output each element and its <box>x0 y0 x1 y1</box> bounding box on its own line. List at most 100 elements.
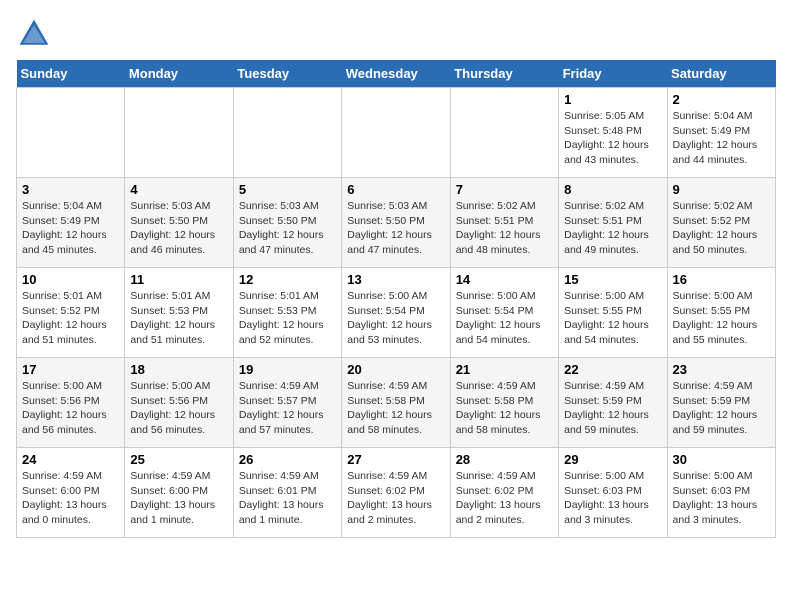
day-number: 6 <box>347 182 444 197</box>
header-day: Thursday <box>450 60 558 88</box>
day-number: 5 <box>239 182 336 197</box>
day-info: Sunrise: 4:59 AM Sunset: 6:00 PM Dayligh… <box>130 469 227 528</box>
day-cell: 7 Sunrise: 5:02 AM Sunset: 5:51 PM Daylig… <box>450 178 558 268</box>
day-cell: 3 Sunrise: 5:04 AM Sunset: 5:49 PM Daylig… <box>17 178 125 268</box>
day-info: Sunrise: 5:00 AM Sunset: 5:55 PM Dayligh… <box>564 289 661 348</box>
header-day: Tuesday <box>233 60 341 88</box>
day-cell: 6 Sunrise: 5:03 AM Sunset: 5:50 PM Daylig… <box>342 178 450 268</box>
week-row: 10 Sunrise: 5:01 AM Sunset: 5:52 PM Dayli… <box>17 268 776 358</box>
day-number: 3 <box>22 182 119 197</box>
week-row: 1 Sunrise: 5:05 AM Sunset: 5:48 PM Daylig… <box>17 88 776 178</box>
day-number: 30 <box>673 452 770 467</box>
week-row: 24 Sunrise: 4:59 AM Sunset: 6:00 PM Dayli… <box>17 448 776 538</box>
day-cell: 8 Sunrise: 5:02 AM Sunset: 5:51 PM Daylig… <box>559 178 667 268</box>
day-cell <box>233 88 341 178</box>
day-info: Sunrise: 4:59 AM Sunset: 5:57 PM Dayligh… <box>239 379 336 438</box>
day-number: 26 <box>239 452 336 467</box>
day-cell: 30 Sunrise: 5:00 AM Sunset: 6:03 PM Dayli… <box>667 448 775 538</box>
day-cell: 26 Sunrise: 4:59 AM Sunset: 6:01 PM Dayli… <box>233 448 341 538</box>
day-number: 7 <box>456 182 553 197</box>
week-row: 17Sunrise: 5:00 AM Sunset: 5:56 PM Dayli… <box>17 358 776 448</box>
day-cell: 12 Sunrise: 5:01 AM Sunset: 5:53 PM Dayli… <box>233 268 341 358</box>
day-info: Sunrise: 5:03 AM Sunset: 5:50 PM Dayligh… <box>347 199 444 258</box>
day-info: Sunrise: 4:59 AM Sunset: 5:58 PM Dayligh… <box>456 379 553 438</box>
day-number: 23 <box>673 362 770 377</box>
day-number: 20 <box>347 362 444 377</box>
logo <box>16 16 58 52</box>
day-cell: 13 Sunrise: 5:00 AM Sunset: 5:54 PM Dayli… <box>342 268 450 358</box>
day-number: 13 <box>347 272 444 287</box>
day-number: 11 <box>130 272 227 287</box>
day-info: Sunrise: 5:04 AM Sunset: 5:49 PM Dayligh… <box>673 109 770 168</box>
day-number: 12 <box>239 272 336 287</box>
header-day: Sunday <box>17 60 125 88</box>
day-cell: 28 Sunrise: 4:59 AM Sunset: 6:02 PM Dayli… <box>450 448 558 538</box>
day-number: 21 <box>456 362 553 377</box>
day-number: 15 <box>564 272 661 287</box>
day-cell: 5 Sunrise: 5:03 AM Sunset: 5:50 PM Daylig… <box>233 178 341 268</box>
day-cell: 21 Sunrise: 4:59 AM Sunset: 5:58 PM Dayli… <box>450 358 558 448</box>
logo-icon <box>16 16 52 52</box>
day-cell: 27 Sunrise: 4:59 AM Sunset: 6:02 PM Dayli… <box>342 448 450 538</box>
day-info: Sunrise: 4:59 AM Sunset: 6:00 PM Dayligh… <box>22 469 119 528</box>
day-cell <box>17 88 125 178</box>
day-number: 16 <box>673 272 770 287</box>
day-cell <box>342 88 450 178</box>
day-cell: 1 Sunrise: 5:05 AM Sunset: 5:48 PM Daylig… <box>559 88 667 178</box>
day-cell: 10 Sunrise: 5:01 AM Sunset: 5:52 PM Dayli… <box>17 268 125 358</box>
day-info: Sunrise: 5:02 AM Sunset: 5:51 PM Dayligh… <box>456 199 553 258</box>
day-info: Sunrise: 5:02 AM Sunset: 5:51 PM Dayligh… <box>564 199 661 258</box>
day-info: Sunrise: 4:59 AM Sunset: 6:01 PM Dayligh… <box>239 469 336 528</box>
day-info: Sunrise: 5:00 AM Sunset: 6:03 PM Dayligh… <box>564 469 661 528</box>
day-info: Sunrise: 4:59 AM Sunset: 6:02 PM Dayligh… <box>456 469 553 528</box>
day-info: Sunrise: 5:04 AM Sunset: 5:49 PM Dayligh… <box>22 199 119 258</box>
day-info: Sunrise: 4:59 AM Sunset: 5:59 PM Dayligh… <box>673 379 770 438</box>
header-day: Saturday <box>667 60 775 88</box>
day-cell: 2Sunrise: 5:04 AM Sunset: 5:49 PM Daylig… <box>667 88 775 178</box>
day-info: Sunrise: 4:59 AM Sunset: 5:58 PM Dayligh… <box>347 379 444 438</box>
day-cell: 4 Sunrise: 5:03 AM Sunset: 5:50 PM Daylig… <box>125 178 233 268</box>
day-number: 22 <box>564 362 661 377</box>
day-info: Sunrise: 5:00 AM Sunset: 5:56 PM Dayligh… <box>22 379 119 438</box>
day-number: 19 <box>239 362 336 377</box>
header-row: SundayMondayTuesdayWednesdayThursdayFrid… <box>17 60 776 88</box>
calendar-table: SundayMondayTuesdayWednesdayThursdayFrid… <box>16 60 776 538</box>
day-number: 14 <box>456 272 553 287</box>
day-cell: 20 Sunrise: 4:59 AM Sunset: 5:58 PM Dayli… <box>342 358 450 448</box>
day-number: 4 <box>130 182 227 197</box>
header-day: Monday <box>125 60 233 88</box>
day-number: 10 <box>22 272 119 287</box>
day-number: 27 <box>347 452 444 467</box>
day-cell: 15 Sunrise: 5:00 AM Sunset: 5:55 PM Dayli… <box>559 268 667 358</box>
week-row: 3 Sunrise: 5:04 AM Sunset: 5:49 PM Daylig… <box>17 178 776 268</box>
day-info: Sunrise: 5:00 AM Sunset: 5:55 PM Dayligh… <box>673 289 770 348</box>
day-number: 28 <box>456 452 553 467</box>
day-info: Sunrise: 5:03 AM Sunset: 5:50 PM Dayligh… <box>130 199 227 258</box>
header-day: Wednesday <box>342 60 450 88</box>
day-number: 24 <box>22 452 119 467</box>
day-cell <box>450 88 558 178</box>
day-info: Sunrise: 5:01 AM Sunset: 5:53 PM Dayligh… <box>130 289 227 348</box>
day-number: 25 <box>130 452 227 467</box>
day-info: Sunrise: 5:05 AM Sunset: 5:48 PM Dayligh… <box>564 109 661 168</box>
day-info: Sunrise: 4:59 AM Sunset: 6:02 PM Dayligh… <box>347 469 444 528</box>
day-cell: 19 Sunrise: 4:59 AM Sunset: 5:57 PM Dayli… <box>233 358 341 448</box>
day-cell: 18 Sunrise: 5:00 AM Sunset: 5:56 PM Dayli… <box>125 358 233 448</box>
day-info: Sunrise: 5:03 AM Sunset: 5:50 PM Dayligh… <box>239 199 336 258</box>
day-cell: 25 Sunrise: 4:59 AM Sunset: 6:00 PM Dayli… <box>125 448 233 538</box>
day-info: Sunrise: 5:00 AM Sunset: 5:54 PM Dayligh… <box>456 289 553 348</box>
day-cell: 24 Sunrise: 4:59 AM Sunset: 6:00 PM Dayli… <box>17 448 125 538</box>
day-number: 1 <box>564 92 661 107</box>
day-info: Sunrise: 5:01 AM Sunset: 5:53 PM Dayligh… <box>239 289 336 348</box>
day-info: Sunrise: 5:01 AM Sunset: 5:52 PM Dayligh… <box>22 289 119 348</box>
day-cell <box>125 88 233 178</box>
day-number: 18 <box>130 362 227 377</box>
day-cell: 14 Sunrise: 5:00 AM Sunset: 5:54 PM Dayli… <box>450 268 558 358</box>
day-number: 9 <box>673 182 770 197</box>
day-cell: 9Sunrise: 5:02 AM Sunset: 5:52 PM Daylig… <box>667 178 775 268</box>
day-number: 8 <box>564 182 661 197</box>
day-info: Sunrise: 5:00 AM Sunset: 5:56 PM Dayligh… <box>130 379 227 438</box>
day-cell: 23 Sunrise: 4:59 AM Sunset: 5:59 PM Dayli… <box>667 358 775 448</box>
day-info: Sunrise: 5:00 AM Sunset: 5:54 PM Dayligh… <box>347 289 444 348</box>
day-info: Sunrise: 5:00 AM Sunset: 6:03 PM Dayligh… <box>673 469 770 528</box>
